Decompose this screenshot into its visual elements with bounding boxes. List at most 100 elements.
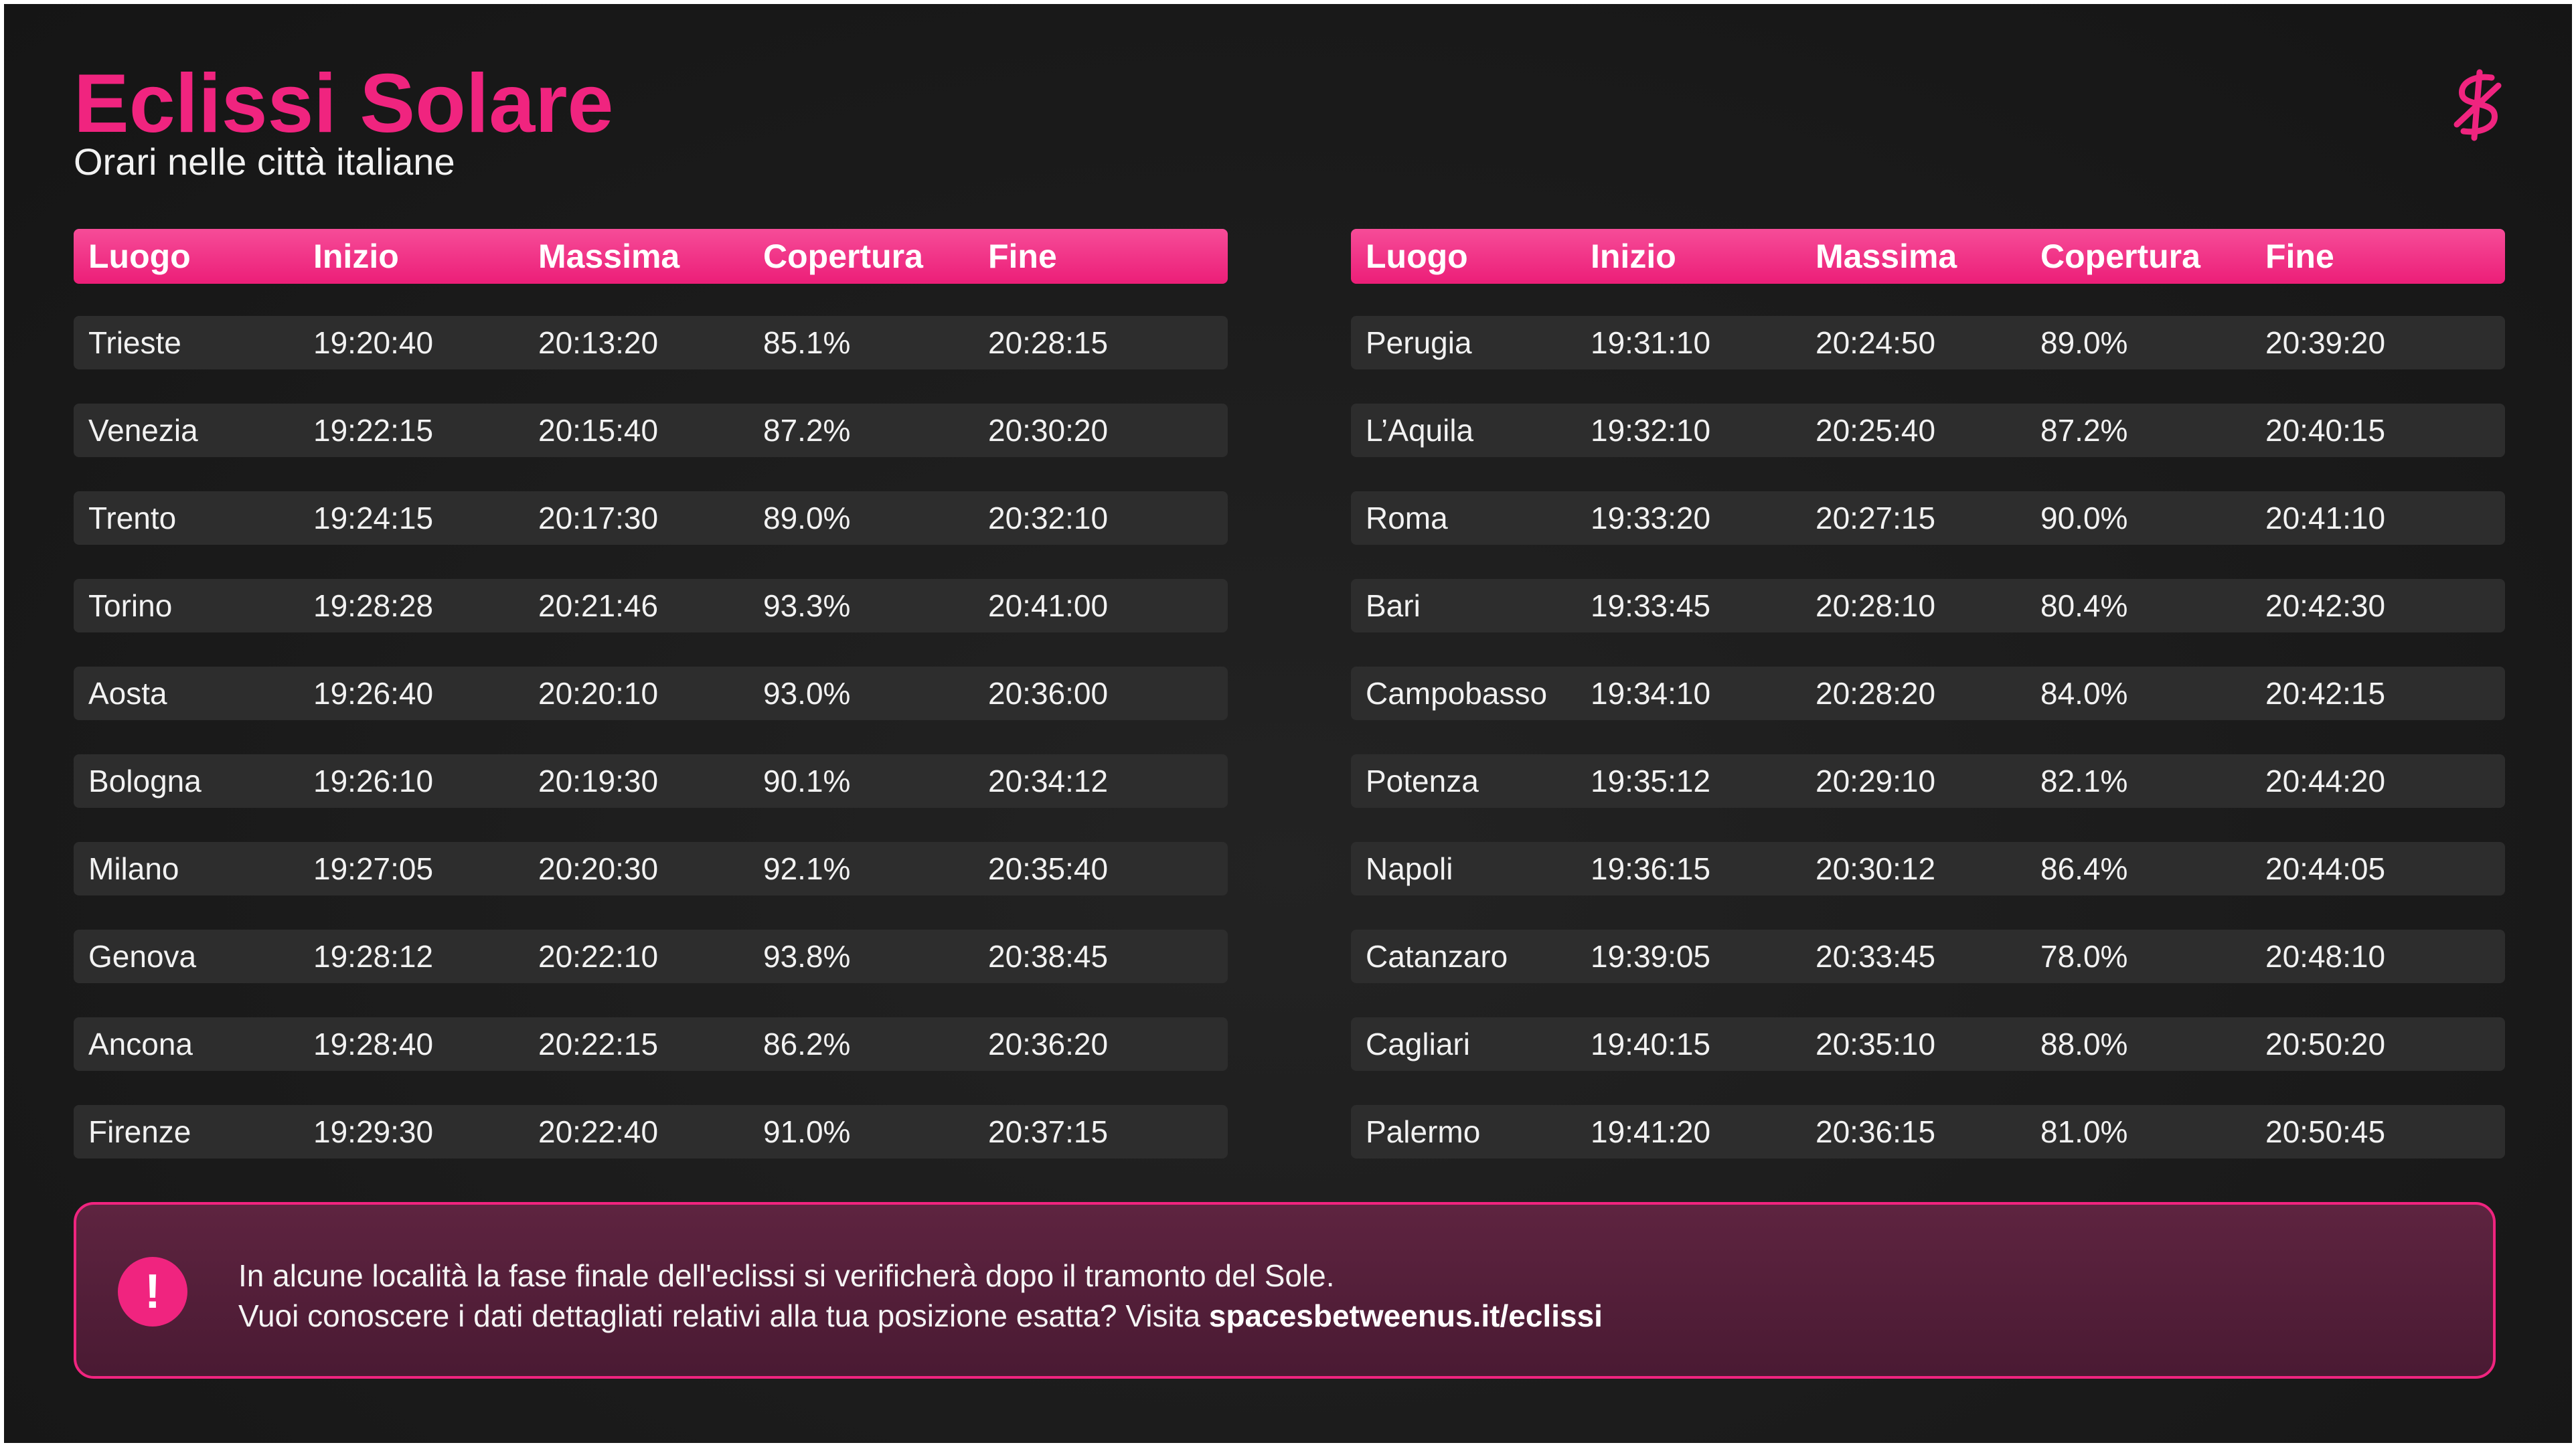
website-link[interactable]: spacesbetweenus.it/eclissi xyxy=(1209,1298,1603,1333)
table-row: L’Aquila 19:32:10 20:25:40 87.2% 20:40:15 xyxy=(1351,404,2505,457)
cell-massima: 20:28:20 xyxy=(1816,676,1936,711)
table-row: Trento 19:24:15 20:17:30 89.0% 20:32:10 xyxy=(74,491,1228,545)
column-header-fine: Fine xyxy=(2265,238,2334,275)
cell-luogo: Trento xyxy=(88,501,177,535)
cell-massima: 20:29:10 xyxy=(1816,764,1936,798)
cell-massima: 20:22:10 xyxy=(538,939,659,974)
cell-inizio: 19:28:28 xyxy=(313,588,434,623)
cell-copertura: 91.0% xyxy=(763,1114,851,1149)
cell-massima: 20:36:15 xyxy=(1816,1114,1936,1149)
table-row: Palermo 19:41:20 20:36:15 81.0% 20:50:45 xyxy=(1351,1105,2505,1159)
cell-inizio: 19:39:05 xyxy=(1591,939,1711,974)
notice-line-1: In alcune località la fase finale dell'e… xyxy=(238,1258,1335,1293)
cell-copertura: 86.2% xyxy=(763,1027,851,1061)
cell-massima: 20:33:45 xyxy=(1816,939,1936,974)
cell-fine: 20:48:10 xyxy=(2265,939,2386,974)
column-header-inizio: Inizio xyxy=(1591,238,1676,275)
cell-copertura: 82.1% xyxy=(2040,764,2128,798)
cell-copertura: 93.0% xyxy=(763,676,851,711)
table-header: Luogo Inizio Massima Copertura Fine xyxy=(1351,229,2505,284)
cell-copertura: 89.0% xyxy=(763,501,851,535)
cell-luogo: Catanzaro xyxy=(1366,939,1508,974)
cell-luogo: L’Aquila xyxy=(1366,413,1474,448)
column-header-inizio: Inizio xyxy=(313,238,399,275)
table-row: Milano 19:27:05 20:20:30 92.1% 20:35:40 xyxy=(74,842,1228,895)
cell-massima: 20:19:30 xyxy=(538,764,659,798)
cell-fine: 20:28:15 xyxy=(988,325,1109,360)
cell-fine: 20:36:00 xyxy=(988,676,1109,711)
table-row: Perugia 19:31:10 20:24:50 89.0% 20:39:20 xyxy=(1351,316,2505,369)
eclipse-table-south: Luogo Inizio Massima Copertura Fine Peru… xyxy=(1351,229,2505,1159)
cell-inizio: 19:29:30 xyxy=(313,1114,434,1149)
cell-inizio: 19:26:40 xyxy=(313,676,434,711)
cell-inizio: 19:24:15 xyxy=(313,501,434,535)
cell-luogo: Aosta xyxy=(88,676,167,711)
cell-copertura: 81.0% xyxy=(2040,1114,2128,1149)
cell-massima: 20:20:30 xyxy=(538,851,659,886)
eclipse-table-north: Luogo Inizio Massima Copertura Fine Trie… xyxy=(74,229,1228,1159)
page-title: Eclissi Solare xyxy=(74,58,614,150)
page-subtitle: Orari nelle città italiane xyxy=(74,141,455,183)
cell-inizio: 19:32:10 xyxy=(1591,413,1711,448)
cell-luogo: Perugia xyxy=(1366,325,1472,360)
cell-luogo: Bologna xyxy=(88,764,202,798)
table-row: Campobasso 19:34:10 20:28:20 84.0% 20:42:15 xyxy=(1351,667,2505,720)
cell-copertura: 93.8% xyxy=(763,939,851,974)
cell-massima: 20:21:46 xyxy=(538,588,659,623)
table-row: Napoli 19:36:15 20:30:12 86.4% 20:44:05 xyxy=(1351,842,2505,895)
cell-inizio: 19:28:40 xyxy=(313,1027,434,1061)
cell-luogo: Potenza xyxy=(1366,764,1479,798)
cell-copertura: 90.1% xyxy=(763,764,851,798)
spaces-between-us-logo-icon xyxy=(2453,69,2502,141)
cell-inizio: 19:22:15 xyxy=(313,413,434,448)
cell-luogo: Ancona xyxy=(88,1027,193,1061)
cell-fine: 20:44:05 xyxy=(2265,851,2386,886)
cell-fine: 20:44:20 xyxy=(2265,764,2386,798)
table-row: Bari 19:33:45 20:28:10 80.4% 20:42:30 xyxy=(1351,579,2505,632)
cell-fine: 20:42:15 xyxy=(2265,676,2386,711)
table-row: Torino 19:28:28 20:21:46 93.3% 20:41:00 xyxy=(74,579,1228,632)
cell-inizio: 19:20:40 xyxy=(313,325,434,360)
cell-copertura: 80.4% xyxy=(2040,588,2128,623)
cell-inizio: 19:31:10 xyxy=(1591,325,1711,360)
table-row: Trieste 19:20:40 20:13:20 85.1% 20:28:15 xyxy=(74,316,1228,369)
notice-line-2: Vuoi conoscere i dati dettagliati relati… xyxy=(238,1296,1603,1336)
notice-box: ! In alcune località la fase finale dell… xyxy=(74,1202,2496,1379)
table-row: Cagliari 19:40:15 20:35:10 88.0% 20:50:20 xyxy=(1351,1017,2505,1071)
cell-fine: 20:36:20 xyxy=(988,1027,1109,1061)
cell-copertura: 86.4% xyxy=(2040,851,2128,886)
cell-inizio: 19:36:15 xyxy=(1591,851,1711,886)
cell-inizio: 19:27:05 xyxy=(313,851,434,886)
cell-fine: 20:32:10 xyxy=(988,501,1109,535)
cell-luogo: Genova xyxy=(88,939,197,974)
cell-fine: 20:38:45 xyxy=(988,939,1109,974)
cell-inizio: 19:35:12 xyxy=(1591,764,1711,798)
cell-massima: 20:28:10 xyxy=(1816,588,1936,623)
cell-luogo: Bari xyxy=(1366,588,1421,623)
table-row: Venezia 19:22:15 20:15:40 87.2% 20:30:20 xyxy=(74,404,1228,457)
cell-copertura: 84.0% xyxy=(2040,676,2128,711)
cell-copertura: 92.1% xyxy=(763,851,851,886)
cell-luogo: Trieste xyxy=(88,325,181,360)
table-row: Catanzaro 19:39:05 20:33:45 78.0% 20:48:10 xyxy=(1351,930,2505,983)
column-header-massima: Massima xyxy=(1816,238,1957,275)
cell-luogo: Campobasso xyxy=(1366,676,1548,711)
cell-inizio: 19:28:12 xyxy=(313,939,434,974)
cell-massima: 20:22:15 xyxy=(538,1027,659,1061)
cell-massima: 20:13:20 xyxy=(538,325,659,360)
cell-massima: 20:24:50 xyxy=(1816,325,1936,360)
table-row: Roma 19:33:20 20:27:15 90.0% 20:41:10 xyxy=(1351,491,2505,545)
cell-fine: 20:41:10 xyxy=(2265,501,2386,535)
cell-copertura: 87.2% xyxy=(763,413,851,448)
cell-copertura: 88.0% xyxy=(2040,1027,2128,1061)
table-row: Potenza 19:35:12 20:29:10 82.1% 20:44:20 xyxy=(1351,754,2505,808)
cell-inizio: 19:26:10 xyxy=(313,764,434,798)
cell-fine: 20:37:15 xyxy=(988,1114,1109,1149)
cell-massima: 20:35:10 xyxy=(1816,1027,1936,1061)
cell-copertura: 87.2% xyxy=(2040,413,2128,448)
cell-fine: 20:30:20 xyxy=(988,413,1109,448)
cell-inizio: 19:33:45 xyxy=(1591,588,1711,623)
exclamation-icon: ! xyxy=(118,1257,187,1327)
column-header-massima: Massima xyxy=(538,238,680,275)
cell-massima: 20:17:30 xyxy=(538,501,659,535)
